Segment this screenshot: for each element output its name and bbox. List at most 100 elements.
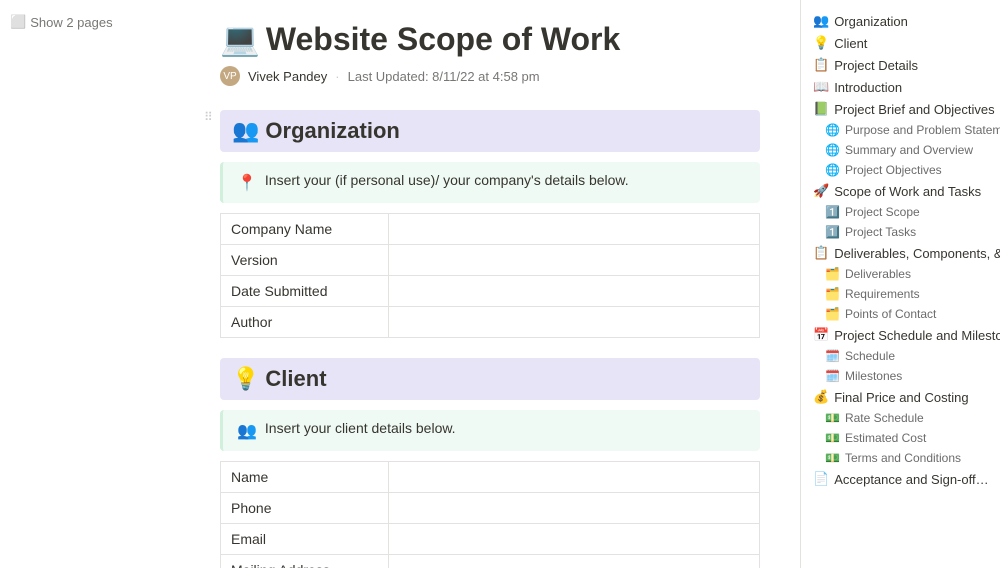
sidebar-emoji: 🗂️	[825, 287, 840, 301]
sidebar-label: Purpose and Problem Statem…	[845, 123, 1000, 137]
sidebar-emoji: 🚀	[813, 183, 829, 199]
section-heading-client: 💡 Client	[220, 358, 760, 400]
title-emoji: 💻	[220, 20, 260, 58]
show-pages-label: Show 2 pages	[30, 15, 112, 30]
sidebar-item[interactable]: 💡Client	[801, 32, 1000, 54]
row-label: Version	[221, 245, 389, 276]
organization-title: Organization	[265, 118, 399, 144]
sidebar-item[interactable]: 💵Estimated Cost	[801, 428, 1000, 448]
row-value[interactable]	[389, 555, 760, 568]
sidebar-item[interactable]: 🌐 Purpose and Problem Statem…	[801, 120, 1000, 140]
table-row: Company Name	[221, 214, 760, 245]
sidebar-item[interactable]: 💵 Terms and Conditions	[801, 448, 1000, 468]
sidebar-item[interactable]: 🗓️Milestones	[801, 366, 1000, 386]
organization-table: Company NameVersionDate SubmittedAuthor	[220, 213, 760, 338]
sidebar-emoji: 🌐	[825, 143, 840, 157]
sidebar-item[interactable]: 🌐 Summary and Overview	[801, 140, 1000, 160]
row-value[interactable]	[389, 214, 760, 245]
sidebar-item[interactable]: 🗓️Schedule	[801, 346, 1000, 366]
sidebar-emoji: 💵	[825, 431, 840, 445]
client-title: Client	[265, 366, 326, 392]
row-label: Email	[221, 524, 389, 555]
author-name[interactable]: Vivek Pandey	[248, 69, 327, 84]
table-row: Date Submitted	[221, 276, 760, 307]
sidebar-item[interactable]: 👥Organization	[801, 10, 1000, 32]
sidebar-label: Scope of Work and Tasks	[834, 184, 981, 199]
sidebar-item[interactable]: 📖Introduction	[801, 76, 1000, 98]
sidebar-item[interactable]: 📅Project Schedule and Milestones	[801, 324, 1000, 346]
sidebar-label: Deliverables	[845, 267, 911, 281]
row-value[interactable]	[389, 462, 760, 493]
sidebar-label: Rate Schedule	[845, 411, 924, 425]
sidebar-label: Project Objectives	[845, 163, 942, 177]
sidebar-label: Project Details	[834, 58, 918, 73]
row-value[interactable]	[389, 245, 760, 276]
show-pages-button[interactable]: ⬜ Show 2 pages	[0, 10, 123, 34]
right-sidebar: 👥Organization💡Client 📋 Project Details 📖Int…	[800, 0, 1000, 568]
row-value[interactable]	[389, 307, 760, 338]
organization-emoji: 👥	[232, 118, 259, 144]
row-value[interactable]	[389, 276, 760, 307]
sidebar-emoji: 💰	[813, 389, 829, 405]
table-row: Phone	[221, 493, 760, 524]
sidebar-item[interactable]: 💵 Rate Schedule	[801, 408, 1000, 428]
pages-icon: ⬜	[10, 14, 26, 30]
row-label: Company Name	[221, 214, 389, 245]
client-callout-text: Insert your client details below.	[265, 420, 456, 436]
sidebar-label: Project Schedule and Milestones	[834, 328, 1000, 343]
table-row: Email	[221, 524, 760, 555]
row-label: Author	[221, 307, 389, 338]
sidebar-label: Introduction	[834, 80, 902, 95]
sidebar-item[interactable]: 📗Project Brief and Objectives	[801, 98, 1000, 120]
sidebar-item[interactable]: 🚀 Scope of Work and Tasks	[801, 180, 1000, 202]
client-callout: 👥 Insert your client details below.	[220, 410, 760, 451]
sidebar-item[interactable]: 1️⃣Project Scope	[801, 202, 1000, 222]
drag-handle-organization[interactable]: ⠿	[204, 110, 213, 124]
sidebar-emoji: 💵	[825, 411, 840, 425]
avatar: VP	[220, 66, 240, 86]
row-value[interactable]	[389, 524, 760, 555]
sidebar-emoji: 🌐	[825, 123, 840, 137]
sidebar-label: Summary and Overview	[845, 143, 973, 157]
sidebar-label: Points of Contact	[845, 307, 936, 321]
sidebar-emoji: 💵	[825, 451, 840, 465]
title-text: Website Scope of Work	[266, 21, 620, 58]
client-table: NamePhoneEmailMailing Address	[220, 461, 760, 568]
sidebar-emoji: 🗓️	[825, 369, 840, 383]
sidebar-item[interactable]: 💰Final Price and Costing	[801, 386, 1000, 408]
sidebar-item[interactable]: 1️⃣ Project Tasks	[801, 222, 1000, 242]
sidebar-item[interactable]: 📋 Deliverables, Components, & R…	[801, 242, 1000, 264]
sidebar-emoji: 1️⃣	[825, 205, 840, 219]
sidebar-label: Organization	[834, 14, 908, 29]
sidebar-emoji: 📋	[813, 57, 829, 73]
callout-people-icon: 👥	[237, 421, 257, 441]
sidebar-item[interactable]: 📄Acceptance and Sign-off…	[801, 468, 1000, 490]
client-emoji: 💡	[232, 366, 259, 392]
sidebar-item[interactable]: 📋 Project Details	[801, 54, 1000, 76]
sidebar-item[interactable]: 🗂️Requirements	[801, 284, 1000, 304]
sidebar-emoji: 🗂️	[825, 307, 840, 321]
sidebar-label: Project Tasks	[845, 225, 916, 239]
organization-callout: 📍 Insert your (if personal use)/ your co…	[220, 162, 760, 203]
sidebar-label: Client	[834, 36, 867, 51]
section-heading-organization: 👥 Organization	[220, 110, 760, 152]
sidebar-item[interactable]: 🗂️Deliverables	[801, 264, 1000, 284]
meta-row: VP Vivek Pandey · Last Updated: 8/11/22 …	[220, 66, 760, 86]
sidebar-label: Deliverables, Components, & R…	[834, 246, 1000, 261]
last-updated: Last Updated: 8/11/22 at 4:58 pm	[348, 69, 540, 84]
row-label: Date Submitted	[221, 276, 389, 307]
main-content: 💻 Website Scope of Work VP Vivek Pandey …	[200, 0, 800, 568]
left-panel: ⬜ Show 2 pages	[0, 0, 200, 568]
sidebar-emoji: 1️⃣	[825, 225, 840, 239]
sidebar-item[interactable]: 🌐Project Objectives	[801, 160, 1000, 180]
table-row: Author	[221, 307, 760, 338]
table-row: Mailing Address	[221, 555, 760, 568]
row-label: Name	[221, 462, 389, 493]
sidebar-label: Project Brief and Objectives	[834, 102, 994, 117]
sidebar-label: Terms and Conditions	[845, 451, 961, 465]
row-label: Phone	[221, 493, 389, 524]
sidebar-item[interactable]: 🗂️ Points of Contact	[801, 304, 1000, 324]
row-label: Mailing Address	[221, 555, 389, 568]
sidebar-emoji: 📋	[813, 245, 829, 261]
row-value[interactable]	[389, 493, 760, 524]
